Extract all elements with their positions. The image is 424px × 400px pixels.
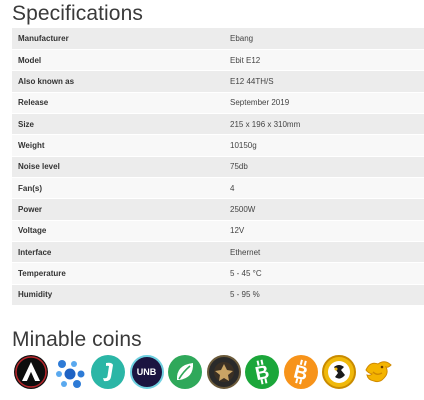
- spec-label: Size: [12, 113, 224, 136]
- spec-label: Manufacturer: [12, 28, 224, 50]
- spec-label: Release: [12, 92, 224, 114]
- table-row: Size 215 x 196 x 310mm: [12, 113, 424, 136]
- spec-value: E12 44TH/S: [224, 70, 424, 93]
- table-row: Interface Ethernet: [12, 241, 424, 264]
- table-row: Also known as E12 44TH/S: [12, 70, 424, 93]
- spec-value: 5 - 45 °C: [224, 262, 424, 285]
- spec-label: Fan(s): [12, 177, 224, 200]
- spec-label: Power: [12, 198, 224, 221]
- spec-value: 4: [224, 177, 424, 200]
- spec-value: 2500W: [224, 198, 424, 221]
- unb-coin-label: UNB: [136, 367, 157, 377]
- spec-label: Also known as: [12, 70, 224, 93]
- bitcoin-cash-icon[interactable]: B: [245, 355, 279, 389]
- triangle-a-coin-icon[interactable]: [14, 355, 48, 389]
- gold-coin-icon[interactable]: [322, 355, 356, 389]
- minable-coins-list: UNB B B: [14, 355, 399, 389]
- spec-label: Humidity: [12, 284, 224, 306]
- spec-label: Model: [12, 49, 224, 72]
- table-row: Weight 10150g: [12, 134, 424, 157]
- spec-label: Interface: [12, 241, 224, 264]
- spec-value: 5 - 95 %: [224, 284, 424, 306]
- spec-label: Voltage: [12, 220, 224, 242]
- table-row: Humidity 5 - 95 %: [12, 284, 424, 306]
- spec-label: Temperature: [12, 262, 224, 285]
- spec-value: 215 x 196 x 310mm: [224, 113, 424, 136]
- table-row: Power 2500W: [12, 198, 424, 221]
- spec-value: September 2019: [224, 92, 424, 114]
- table-row: Temperature 5 - 45 °C: [12, 262, 424, 285]
- specifications-heading: Specifications: [12, 2, 143, 25]
- spec-value: Ebit E12: [224, 49, 424, 72]
- table-row: Model Ebit E12: [12, 49, 424, 72]
- unb-coin-icon[interactable]: UNB: [129, 355, 164, 389]
- table-row: Release September 2019: [12, 92, 424, 114]
- leaf-coin-icon[interactable]: [168, 355, 202, 389]
- spec-label: Noise level: [12, 156, 224, 178]
- table-row: Fan(s) 4: [12, 177, 424, 200]
- spec-value: 10150g: [224, 134, 424, 157]
- dragon-coin-icon[interactable]: [360, 355, 395, 389]
- dots-coin-icon[interactable]: [52, 355, 87, 389]
- specifications-table: Manufacturer Ebang Model Ebit E12 Also kno…: [12, 28, 424, 306]
- minable-coins-heading: Minable coins: [12, 328, 142, 351]
- crest-coin-icon[interactable]: [206, 355, 241, 389]
- table-row: Voltage 12V: [12, 220, 424, 242]
- spec-value: 12V: [224, 220, 424, 242]
- table-row: Manufacturer Ebang: [12, 28, 424, 50]
- j-coin-icon[interactable]: [91, 355, 125, 389]
- spec-label: Weight: [12, 134, 224, 157]
- spec-value: 75db: [224, 156, 424, 178]
- bitcoin-icon[interactable]: B: [283, 355, 318, 389]
- spec-value: Ebang: [224, 28, 424, 50]
- table-row: Noise level 75db: [12, 156, 424, 178]
- spec-value: Ethernet: [224, 241, 424, 264]
